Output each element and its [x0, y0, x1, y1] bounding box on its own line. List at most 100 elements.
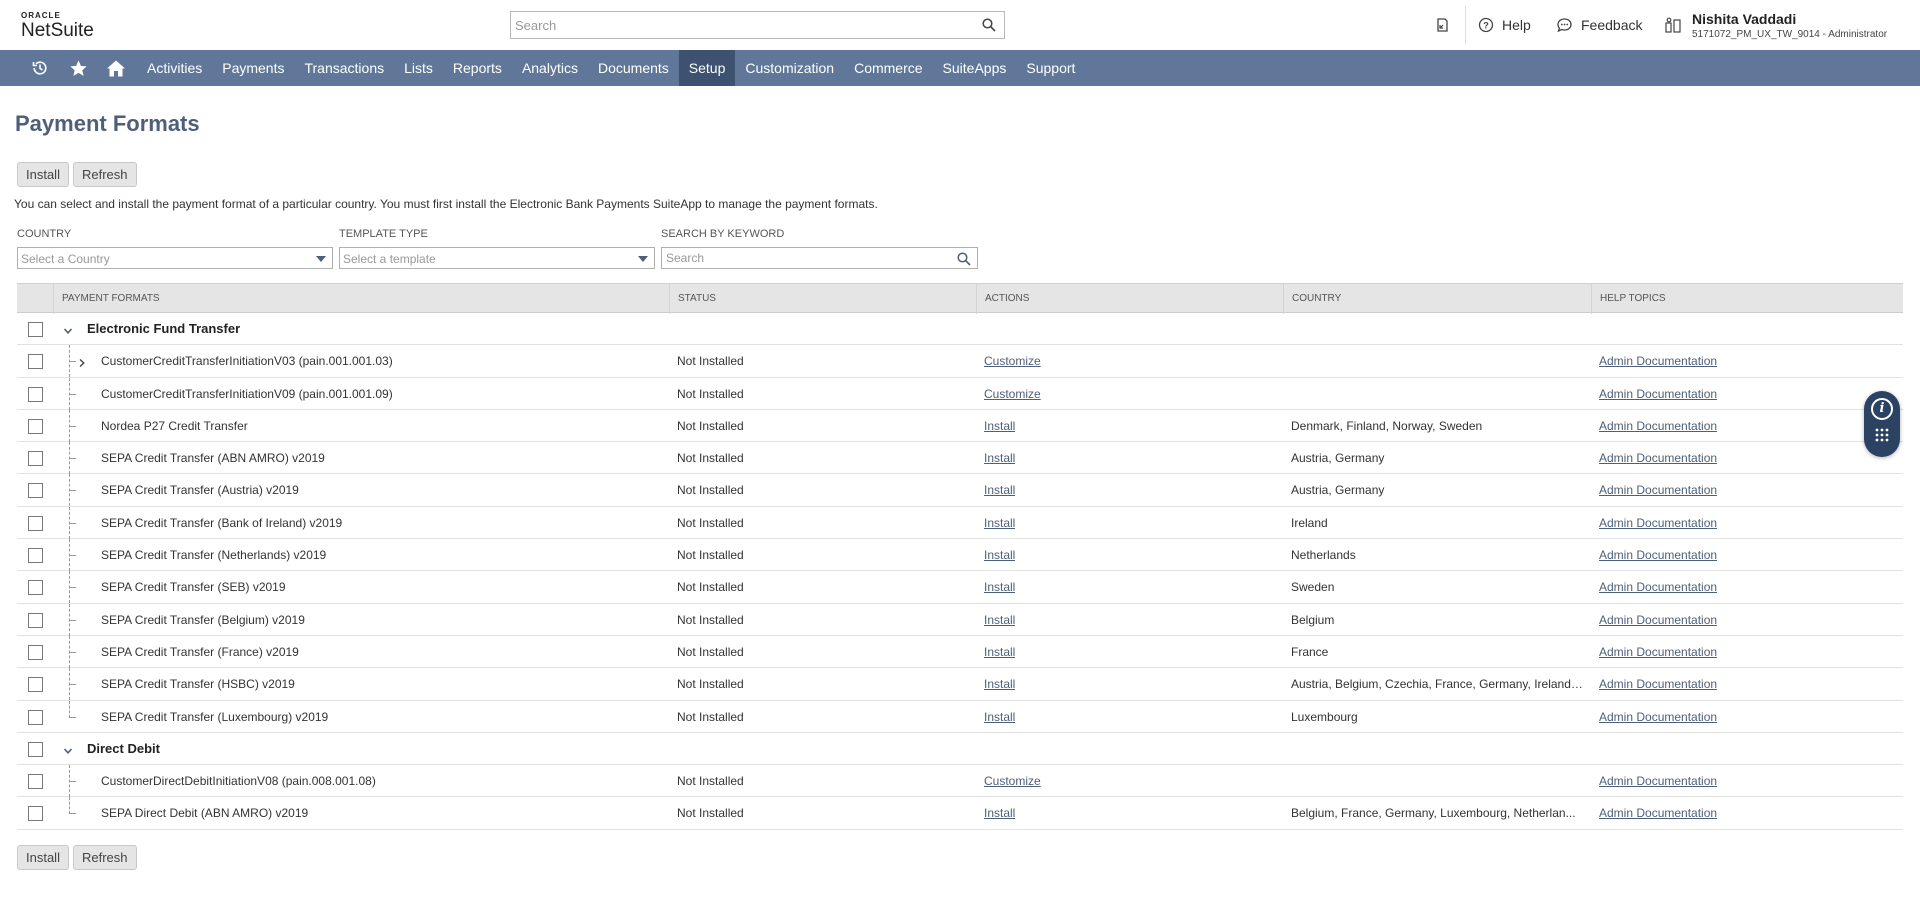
- feedback-label: Feedback: [1581, 17, 1643, 33]
- admin-documentation-link[interactable]: Admin Documentation: [1599, 442, 1717, 474]
- country-select[interactable]: Select a Country: [17, 247, 333, 269]
- row-checkbox[interactable]: [28, 483, 43, 499]
- select-column-header: [17, 284, 53, 314]
- nav-item-commerce[interactable]: Commerce: [844, 50, 932, 86]
- tree-line: [70, 651, 76, 653]
- nav-item-activities[interactable]: Activities: [137, 50, 212, 86]
- row-checkbox[interactable]: [28, 386, 43, 402]
- recent-records-icon: [1437, 18, 1448, 32]
- admin-documentation-link[interactable]: Admin Documentation: [1599, 668, 1717, 700]
- action-link-install[interactable]: Install: [984, 474, 1015, 506]
- global-search-input[interactable]: [511, 12, 961, 38]
- column-header-help-topics: HELP TOPICS: [1591, 284, 1903, 314]
- nav-home-button[interactable]: [101, 50, 131, 86]
- admin-documentation-link[interactable]: Admin Documentation: [1599, 410, 1717, 442]
- status-text: Not Installed: [677, 386, 744, 401]
- info-icon[interactable]: i: [1871, 398, 1893, 420]
- netsuite-logo[interactable]: ORACLE NetSuite: [21, 12, 94, 41]
- table-row: SEPA Credit Transfer (Luxembourg) v2019 N…: [17, 700, 1903, 733]
- action-link-customize[interactable]: Customize: [984, 765, 1041, 797]
- admin-documentation-link[interactable]: Admin Documentation: [1599, 604, 1717, 636]
- nav-item-support[interactable]: Support: [1016, 50, 1085, 86]
- row-checkbox[interactable]: [28, 677, 43, 693]
- nav-item-payments[interactable]: Payments: [212, 50, 294, 86]
- install-button-bottom[interactable]: Install: [17, 845, 69, 870]
- country-text: Belgium: [1291, 612, 1335, 627]
- nav-item-analytics[interactable]: Analytics: [512, 50, 588, 86]
- grid-icon[interactable]: [1874, 427, 1890, 443]
- tree-line: [70, 393, 76, 395]
- admin-documentation-link[interactable]: Admin Documentation: [1599, 378, 1717, 410]
- tree-line: [70, 458, 76, 460]
- page-description: You can select and install the payment f…: [14, 197, 878, 211]
- status-text: Not Installed: [677, 644, 744, 659]
- row-checkbox[interactable]: [28, 580, 43, 596]
- row-checkbox[interactable]: [28, 354, 43, 370]
- group-checkbox[interactable]: [28, 322, 43, 337]
- action-link-install[interactable]: Install: [984, 507, 1015, 539]
- action-link-install[interactable]: Install: [984, 410, 1015, 442]
- keyword-search-input[interactable]: [662, 248, 942, 268]
- nav-item-setup[interactable]: Setup: [678, 50, 736, 86]
- help-link[interactable]: ? Help: [1478, 17, 1531, 33]
- row-checkbox[interactable]: [28, 644, 43, 660]
- action-link-install[interactable]: Install: [984, 604, 1015, 636]
- row-checkbox[interactable]: [28, 709, 43, 725]
- nav-favorites-button[interactable]: [63, 50, 93, 86]
- row-checkbox[interactable]: [28, 806, 43, 822]
- row-checkbox[interactable]: [28, 774, 43, 790]
- action-link-install[interactable]: Install: [984, 571, 1015, 603]
- admin-documentation-link[interactable]: Admin Documentation: [1599, 507, 1717, 539]
- action-link-install[interactable]: Install: [984, 701, 1015, 733]
- status-text: Not Installed: [677, 806, 744, 821]
- row-checkbox[interactable]: [28, 548, 43, 564]
- action-link-install[interactable]: Install: [984, 797, 1015, 829]
- template-select[interactable]: Select a template: [339, 247, 655, 269]
- refresh-button-bottom[interactable]: Refresh: [73, 845, 137, 870]
- admin-documentation-link[interactable]: Admin Documentation: [1599, 765, 1717, 797]
- row-checkbox[interactable]: [28, 515, 43, 531]
- chevron-down-icon[interactable]: [63, 324, 73, 334]
- admin-documentation-link[interactable]: Admin Documentation: [1599, 474, 1717, 506]
- recent-records-button[interactable]: [1434, 0, 1450, 50]
- admin-documentation-link[interactable]: Admin Documentation: [1599, 345, 1717, 377]
- refresh-button-top[interactable]: Refresh: [73, 162, 137, 187]
- group-checkbox[interactable]: [28, 741, 43, 757]
- admin-documentation-link[interactable]: Admin Documentation: [1599, 636, 1717, 668]
- status-text: Not Installed: [677, 612, 744, 627]
- nav-item-reports[interactable]: Reports: [443, 50, 512, 86]
- format-name: SEPA Credit Transfer (SEB) v2019: [101, 580, 286, 595]
- nav-recent-button[interactable]: [25, 50, 55, 86]
- install-button-top[interactable]: Install: [17, 162, 69, 187]
- search-icon[interactable]: [957, 252, 971, 266]
- chevron-right-icon[interactable]: [77, 356, 87, 368]
- admin-documentation-link[interactable]: Admin Documentation: [1599, 701, 1717, 733]
- table-row: SEPA Credit Transfer (Netherlands) v2019…: [17, 539, 1903, 572]
- search-icon[interactable]: [982, 18, 996, 32]
- nav-item-transactions[interactable]: Transactions: [294, 50, 394, 86]
- table-header: PAYMENT FORMATS STATUS ACTIONS COUNTRY H…: [17, 283, 1903, 314]
- admin-documentation-link[interactable]: Admin Documentation: [1599, 539, 1717, 571]
- home-icon: [107, 60, 125, 76]
- action-link-install[interactable]: Install: [984, 539, 1015, 571]
- row-checkbox[interactable]: [28, 612, 43, 628]
- admin-documentation-link[interactable]: Admin Documentation: [1599, 797, 1717, 829]
- format-name: SEPA Credit Transfer (HSBC) v2019: [101, 677, 295, 692]
- user-menu[interactable]: Nishita Vaddadi 5171072_PM_UX_TW_9014 - …: [1664, 0, 1887, 50]
- action-link-customize[interactable]: Customize: [984, 345, 1041, 377]
- action-link-customize[interactable]: Customize: [984, 378, 1041, 410]
- nav-item-lists[interactable]: Lists: [394, 50, 443, 86]
- feedback-link[interactable]: Feedback: [1556, 17, 1642, 33]
- action-link-install[interactable]: Install: [984, 442, 1015, 474]
- action-link-install[interactable]: Install: [984, 636, 1015, 668]
- nav-item-documents[interactable]: Documents: [588, 50, 679, 86]
- action-link-install[interactable]: Install: [984, 668, 1015, 700]
- admin-documentation-link[interactable]: Admin Documentation: [1599, 571, 1717, 603]
- chevron-down-icon[interactable]: [63, 744, 73, 754]
- nav-item-suiteapps[interactable]: SuiteApps: [933, 50, 1017, 86]
- row-checkbox[interactable]: [28, 418, 43, 434]
- nav-item-customization[interactable]: Customization: [735, 50, 844, 86]
- country-text: Sweden: [1291, 580, 1335, 595]
- status-text: Not Installed: [677, 483, 744, 498]
- row-checkbox[interactable]: [28, 451, 43, 467]
